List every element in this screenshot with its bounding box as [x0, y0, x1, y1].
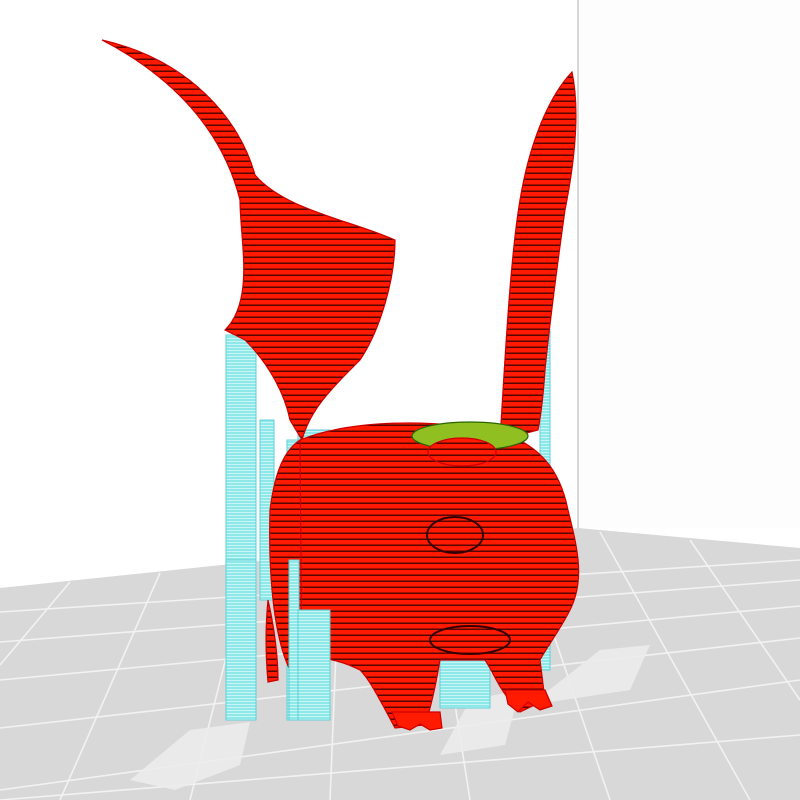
scene-canvas	[0, 0, 800, 800]
3d-viewport[interactable]	[0, 0, 800, 800]
top-dome	[427, 437, 497, 467]
back-wall-right	[579, 0, 800, 528]
support-pillar	[297, 609, 331, 721]
support-pillar	[225, 559, 257, 721]
